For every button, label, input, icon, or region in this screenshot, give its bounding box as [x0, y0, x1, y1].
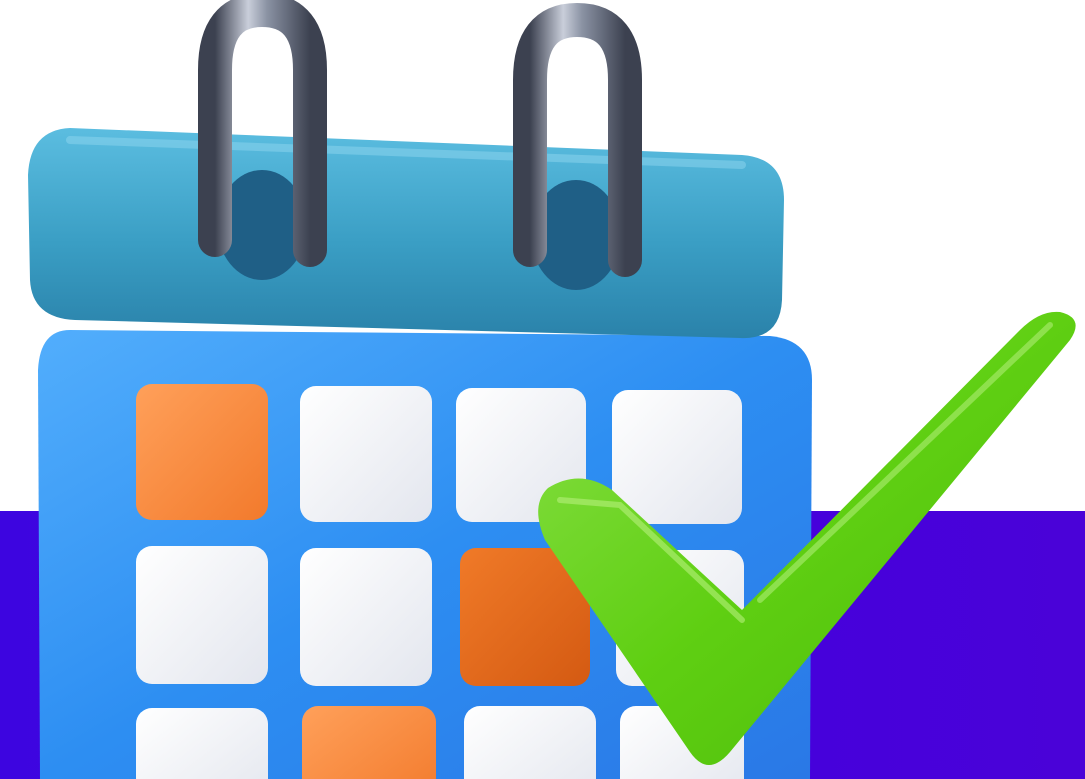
- calendar-day-tile-highlighted: [136, 384, 268, 520]
- calendar-day-tile: [300, 548, 432, 686]
- calendar-day-tile: [612, 390, 742, 524]
- calendar-day-tile: [136, 708, 268, 779]
- calendar-illustration: [28, 0, 1076, 779]
- calendar-header: [28, 128, 784, 339]
- illustration-canvas: [0, 0, 1085, 779]
- calendar-day-tile-highlighted: [302, 706, 436, 779]
- calendar-day-tile: [464, 706, 596, 779]
- calendar-day-tile: [300, 386, 432, 522]
- calendar-day-tile: [136, 546, 268, 684]
